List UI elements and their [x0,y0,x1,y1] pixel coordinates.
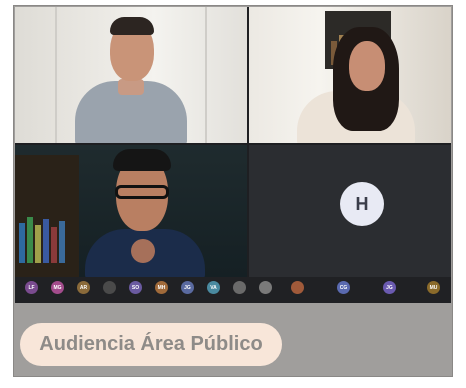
participant-hands [131,239,155,263]
participant-chip[interactable]: JG [377,281,413,303]
book [51,227,57,263]
participant-avatar [291,281,304,294]
video-tile-participant-1[interactable] [15,7,247,143]
video-call-grid: H LF MG AR SO MH JG VA CG JG MU [15,7,451,303]
participant-avatar: CG [337,281,350,294]
participant-chip[interactable] [253,281,289,303]
participant-avatar: H [340,182,384,226]
participant-face-front [349,41,385,91]
participant-avatar [103,281,116,294]
participant-avatar: JG [383,281,396,294]
video-tile-participant-2[interactable] [249,7,451,143]
participant-hair [110,17,154,35]
wall-panel [55,7,57,143]
participant-chip[interactable]: MU [421,281,452,303]
participant-avatar: SO [129,281,142,294]
caption-banner: Audiencia Área Público [20,323,282,366]
book [35,225,41,263]
participant-avatar: AR [77,281,90,294]
participant-avatar: MG [51,281,64,294]
participant-avatar [233,281,246,294]
book [43,219,49,263]
participant-hair [113,149,171,171]
bookcase [15,155,79,277]
book [27,217,33,263]
screenshot-frame: H LF MG AR SO MH JG VA CG JG MU [13,5,453,377]
book [59,221,65,263]
book [19,223,25,263]
participant-avatar: MU [427,281,440,294]
participant-chip[interactable] [285,281,321,303]
participant-avatar [259,281,272,294]
participant-avatar: LF [25,281,38,294]
glasses [115,185,169,199]
participant-chip[interactable]: CG [331,281,367,303]
video-tile-participant-4[interactable]: H [249,145,451,277]
wall-panel [205,7,207,143]
participants-strip: LF MG AR SO MH JG VA CG JG MU [15,277,451,303]
participant-avatar: MH [155,281,168,294]
video-tile-participant-3[interactable] [15,145,247,277]
participant-avatar: JG [181,281,194,294]
participant-avatar: VA [207,281,220,294]
participant-neck [118,79,144,95]
